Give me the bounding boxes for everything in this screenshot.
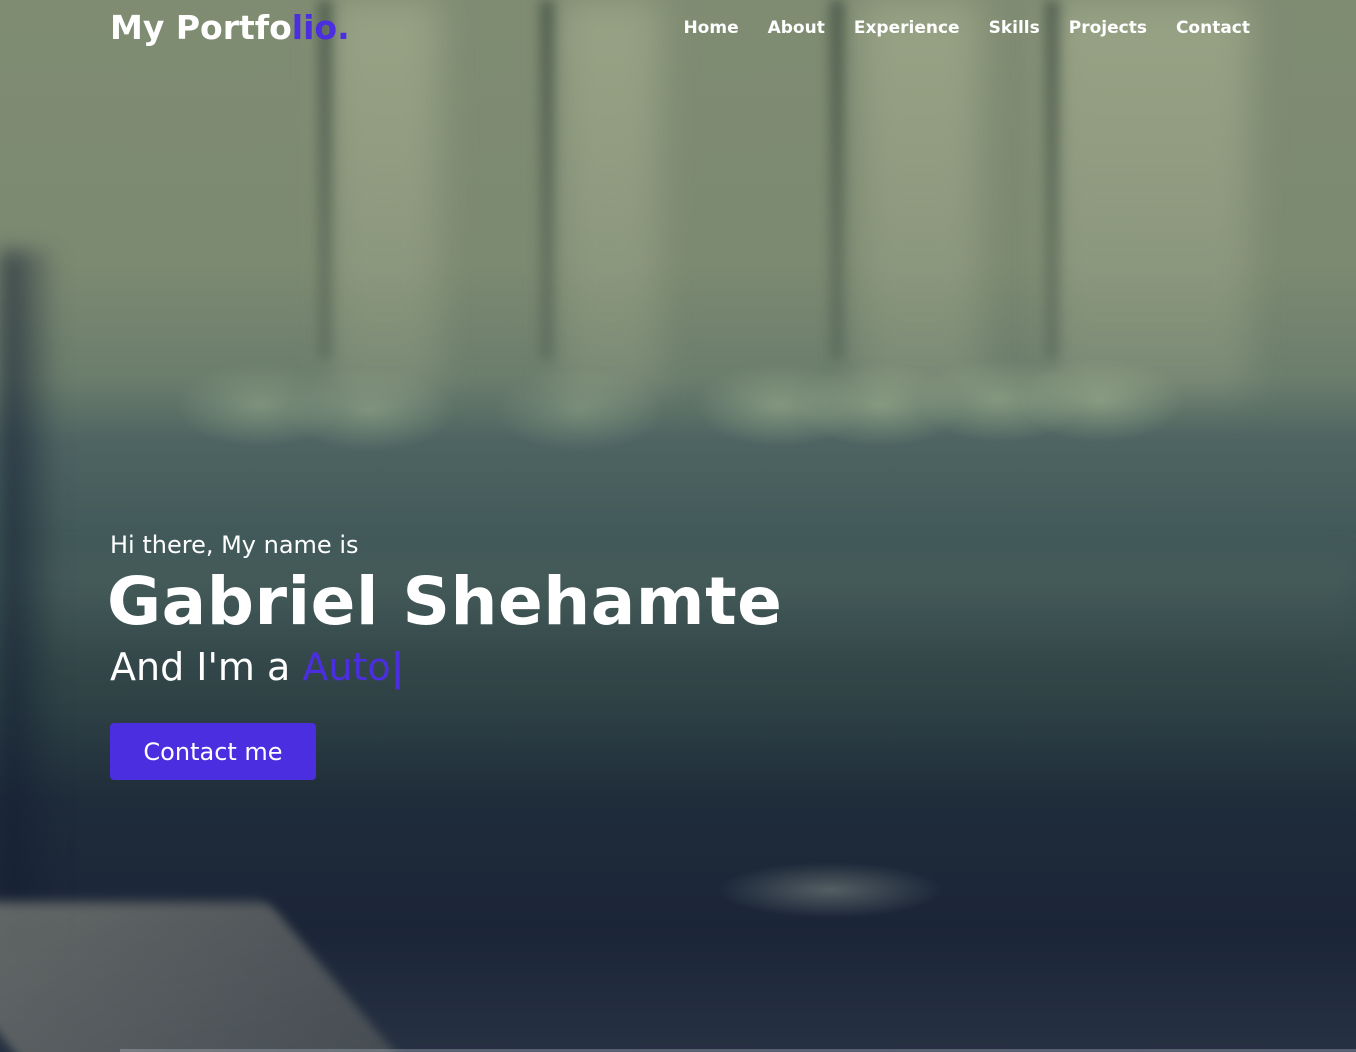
nav-link-experience[interactable]: Experience <box>854 18 960 38</box>
nav-menu: Home About Experience Skills Projects Co… <box>654 18 1250 38</box>
nav-link-projects[interactable]: Projects <box>1069 18 1147 38</box>
contact-me-button[interactable]: Contact me <box>110 723 316 780</box>
site-logo[interactable]: My Portfolio. <box>110 8 350 47</box>
hero-background-image <box>0 0 1356 1052</box>
role-typed-text: Auto <box>302 645 391 689</box>
logo-main-text: My Portfo <box>110 8 292 47</box>
role-prefix: And I'm a <box>110 645 303 689</box>
nav-link-home[interactable]: Home <box>683 18 738 38</box>
hero-section: My Portfolio. Home About Experience Skil… <box>0 0 1356 1052</box>
nav-link-about[interactable]: About <box>768 18 825 38</box>
nav-link-contact[interactable]: Contact <box>1176 18 1250 38</box>
typing-cursor: | <box>390 645 405 689</box>
hero-name: Gabriel Shehamte <box>107 563 783 640</box>
nav-link-skills[interactable]: Skills <box>989 18 1040 38</box>
hero-role: And I'm a Auto| <box>110 642 782 692</box>
hero-content: Hi there, My name is Gabriel Shehamte An… <box>107 528 783 692</box>
logo-accent-text: lio. <box>291 8 350 47</box>
hero-greeting: Hi there, My name is <box>110 531 359 559</box>
navbar: My Portfolio. Home About Experience Skil… <box>0 0 1356 60</box>
